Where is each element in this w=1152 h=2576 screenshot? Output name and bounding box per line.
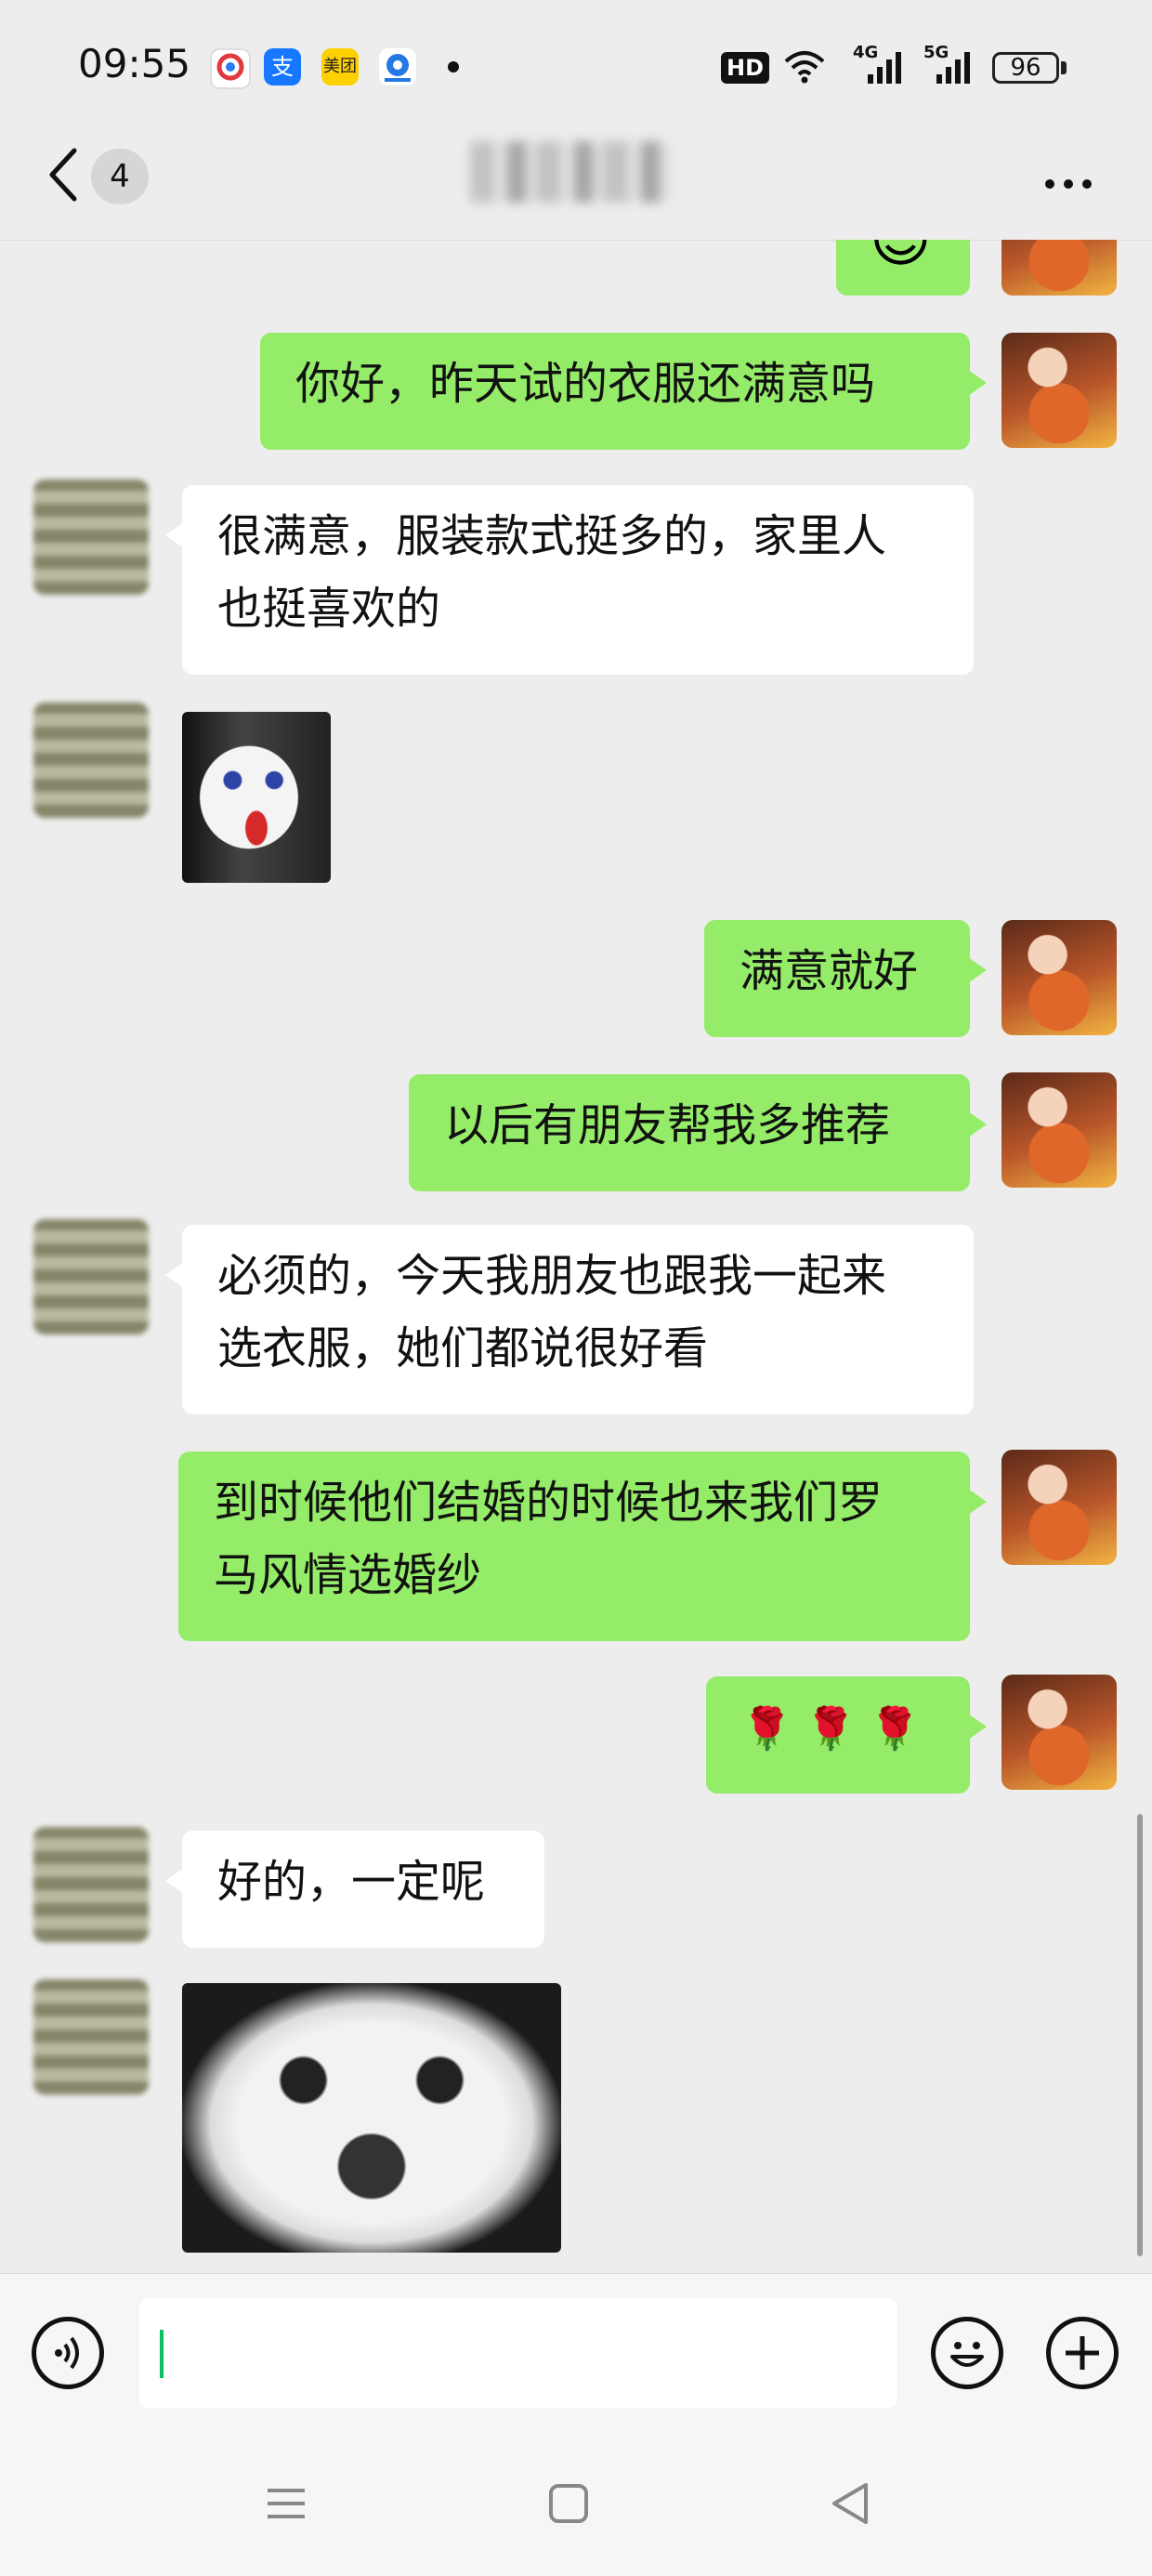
message-bubble-me[interactable]: 你好，昨天试的衣服还满意吗 <box>260 333 987 450</box>
scrollbar[interactable] <box>1137 1814 1143 2256</box>
message-bubble-me[interactable]: 到时候他们结婚的时候也来我们罗 马风情选婚纱 <box>178 1452 987 1641</box>
my-avatar[interactable] <box>1001 1450 1117 1565</box>
rose-emoji-text: 🌹 🌹 🌹 <box>741 1705 921 1753</box>
wifi-icon <box>782 48 827 89</box>
message-bubble-me[interactable]: 满意就好 <box>704 920 987 1037</box>
my-avatar[interactable] <box>1001 1675 1117 1790</box>
message-text-line: 马风情选婚纱 <box>214 1549 482 1601</box>
more-functions-button[interactable] <box>1046 2317 1119 2389</box>
plus-icon <box>1066 2336 1099 2370</box>
more-options-button[interactable] <box>1042 169 1094 191</box>
ctrip-app-icon <box>379 48 416 85</box>
message-text: 好的，一定呢 <box>217 1856 486 1908</box>
alipay-app-icon: 支 <box>264 48 301 85</box>
smiley-icon <box>950 2342 984 2367</box>
message-text: 你好，昨天试的衣服还满意吗 <box>295 358 876 410</box>
contact-avatar[interactable] <box>33 480 149 595</box>
chat-header: 4 <box>0 119 1152 241</box>
input-bar <box>0 2273 1152 2432</box>
smile-emoji: 😊 <box>870 240 932 275</box>
message-text: 满意就好 <box>740 945 919 997</box>
contact-avatar[interactable] <box>33 1979 149 2095</box>
notification-dot <box>448 61 459 72</box>
signal-5g-icon <box>925 52 977 89</box>
emoji-bubble[interactable]: 😊 <box>836 240 970 296</box>
home-nav-button[interactable] <box>543 2477 595 2530</box>
system-nav-bar <box>0 2431 1152 2576</box>
meituan-app-icon: 美团 <box>321 48 359 85</box>
contact-avatar[interactable] <box>33 1827 149 1942</box>
message-text-line: 也挺喜欢的 <box>217 583 441 635</box>
menu-icon <box>268 2489 305 2518</box>
battery-icon: 96 <box>992 52 1059 84</box>
status-bar: 09:55 支 美团 HD 4G 5G 96 <box>0 0 1152 138</box>
message-text: 以后有朋友帮我多推荐 <box>444 1099 891 1151</box>
back-button[interactable] <box>45 145 82 204</box>
message-text-line: 到时候他们结婚的时候也来我们罗 <box>214 1477 884 1529</box>
voice-input-button[interactable] <box>32 2317 104 2389</box>
back-nav-button[interactable] <box>825 2477 877 2530</box>
signal-4g-icon <box>857 52 909 89</box>
contact-avatar[interactable] <box>33 703 149 818</box>
message-bubble-other[interactable]: 必须的，今天我朋友也跟我一起来 选衣服，她们都说很好看 <box>165 1225 974 1414</box>
makeup-face-sticker[interactable] <box>182 712 331 883</box>
unread-count-badge[interactable]: 4 <box>91 149 149 204</box>
chevron-left-icon <box>49 148 77 202</box>
message-text-line: 选衣服，她们都说很好看 <box>217 1322 709 1374</box>
message-row-me-clipped: 😊 <box>0 240 1152 296</box>
status-time: 09:55 <box>78 41 191 86</box>
square-home-icon <box>549 2484 588 2523</box>
message-bubble-other[interactable]: 好的，一定呢 <box>165 1831 544 1948</box>
battery-tip <box>1061 61 1067 74</box>
emoji-button[interactable] <box>931 2317 1003 2389</box>
message-bubble-other[interactable]: 很满意，服装款式挺多的，家里人 也挺喜欢的 <box>165 485 974 675</box>
my-avatar[interactable] <box>1001 240 1117 296</box>
panda-face-sticker[interactable] <box>182 1983 561 2253</box>
hd-badge: HD <box>721 52 770 84</box>
message-text-line: 很满意，服装款式挺多的，家里人 <box>217 510 887 562</box>
message-bubble-me[interactable]: 以后有朋友帮我多推荐 <box>409 1074 987 1191</box>
my-avatar[interactable] <box>1001 1072 1117 1188</box>
chat-title <box>470 141 671 203</box>
triangle-back-icon <box>832 2483 868 2524</box>
taobao-app-icon <box>210 48 251 89</box>
contact-avatar[interactable] <box>33 1219 149 1334</box>
my-avatar[interactable] <box>1001 333 1117 448</box>
message-text-line: 必须的，今天我朋友也跟我一起来 <box>217 1250 887 1302</box>
menu-nav-button[interactable] <box>260 2477 312 2530</box>
voice-icon <box>55 2336 79 2370</box>
message-bubble-me[interactable]: 🌹 🌹 🌹 <box>706 1676 987 1794</box>
text-caret <box>160 2330 164 2378</box>
more-icon <box>1045 179 1092 189</box>
message-input[interactable] <box>139 2298 897 2408</box>
my-avatar[interactable] <box>1001 920 1117 1035</box>
